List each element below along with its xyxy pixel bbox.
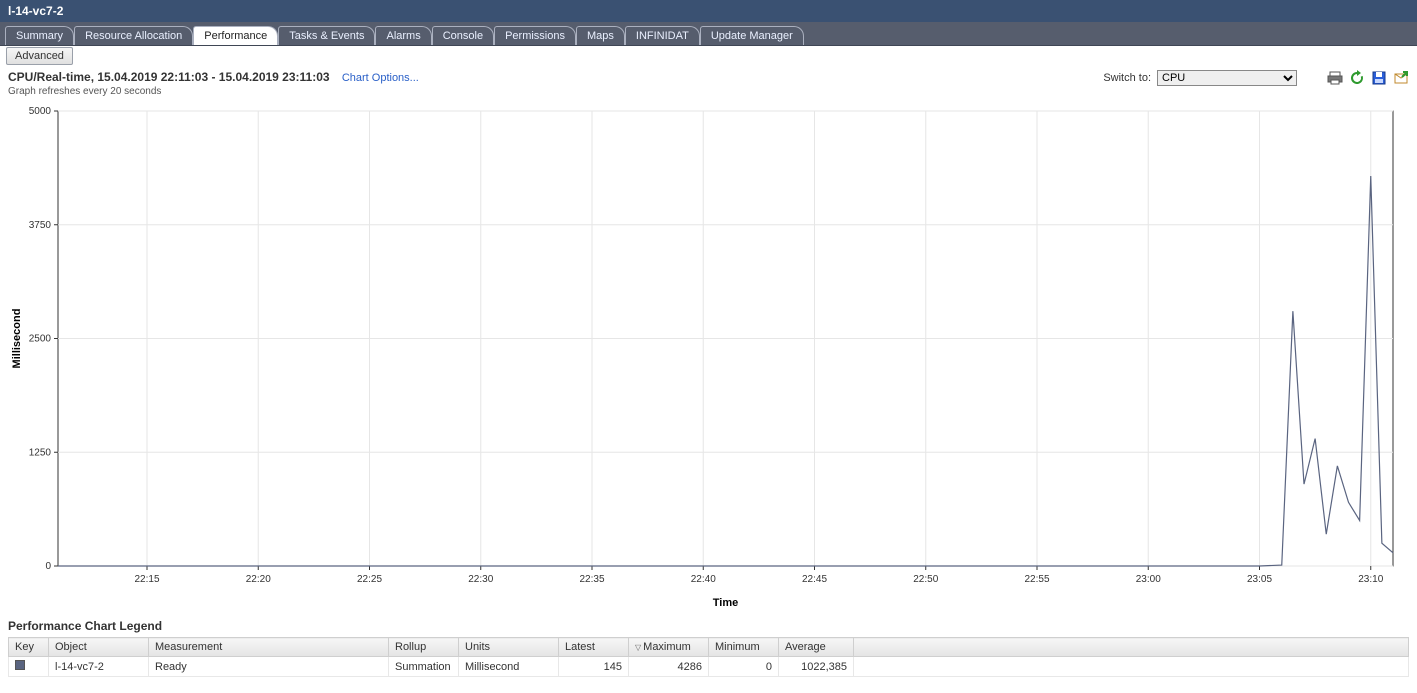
legend-col-rollup[interactable]: Rollup [389,638,459,657]
tab-console[interactable]: Console [432,26,494,45]
chart-title: CPU/Real-time, 15.04.2019 22:11:03 - 15.… [8,70,330,84]
switch-to-label: Switch to: [1103,72,1151,84]
advanced-button[interactable]: Advanced [6,47,73,65]
tab-bar: SummaryResource AllocationPerformanceTas… [0,22,1417,46]
svg-text:22:15: 22:15 [134,574,159,585]
legend-col-average[interactable]: Average [779,638,854,657]
legend-col-measurement[interactable]: Measurement [149,638,389,657]
svg-text:Time: Time [713,597,738,609]
svg-text:1250: 1250 [29,447,52,458]
svg-text:23:05: 23:05 [1247,574,1272,585]
legend-col-units[interactable]: Units [459,638,559,657]
svg-text:Millisecond: Millisecond [11,309,23,369]
svg-text:22:30: 22:30 [468,574,493,585]
switch-to-select[interactable]: CPUMemoryDiskNetwork [1157,70,1297,86]
svg-text:22:35: 22:35 [579,574,604,585]
tab-permissions[interactable]: Permissions [494,26,576,45]
svg-text:22:55: 22:55 [1024,574,1049,585]
refresh-icon[interactable] [1349,70,1365,86]
svg-text:22:45: 22:45 [802,574,827,585]
legend-col-minimum[interactable]: Minimum [709,638,779,657]
legend-title: Performance Chart Legend [0,611,1417,637]
svg-text:3750: 3750 [29,220,52,231]
save-icon[interactable] [1371,70,1387,86]
svg-text:22:40: 22:40 [691,574,716,585]
legend-col-key[interactable]: Key [9,638,49,657]
tab-alarms[interactable]: Alarms [375,26,431,45]
svg-text:5000: 5000 [29,106,52,117]
svg-text:0: 0 [45,561,51,572]
svg-text:22:20: 22:20 [246,574,271,585]
tab-tasks-events[interactable]: Tasks & Events [278,26,375,45]
chart-refresh-note: Graph refreshes every 20 seconds [0,86,1417,99]
tab-resource-allocation[interactable]: Resource Allocation [74,26,193,45]
legend-col-latest[interactable]: Latest [559,638,629,657]
performance-chart: 0 1250 2500 3750 5000 22:15 22:20 22:25 22:30 22:… [8,101,1409,611]
tab-performance[interactable]: Performance [193,26,278,45]
print-icon[interactable] [1327,70,1343,86]
table-row[interactable]: l-14-vc7-2ReadySummationMillisecond14542… [9,657,1409,677]
window-title: l-14-vc7-2 [0,0,1417,22]
export-icon[interactable] [1393,70,1409,86]
legend-col-object[interactable]: Object [49,638,149,657]
chart-options-link[interactable]: Chart Options... [342,72,419,84]
svg-text:22:50: 22:50 [913,574,938,585]
svg-text:2500: 2500 [29,334,52,345]
tab-maps[interactable]: Maps [576,26,625,45]
tab-summary[interactable]: Summary [5,26,74,45]
tab-update-manager[interactable]: Update Manager [700,26,804,45]
svg-text:22:25: 22:25 [357,574,382,585]
legend-table: KeyObjectMeasurementRollupUnitsLatest▽Ma… [8,637,1409,677]
subview-bar: Advanced [0,46,1417,66]
legend-col-maximum[interactable]: ▽Maximum [629,638,709,657]
svg-text:23:10: 23:10 [1358,574,1383,585]
svg-text:23:00: 23:00 [1136,574,1161,585]
tab-infinidat[interactable]: INFINIDAT [625,26,700,45]
